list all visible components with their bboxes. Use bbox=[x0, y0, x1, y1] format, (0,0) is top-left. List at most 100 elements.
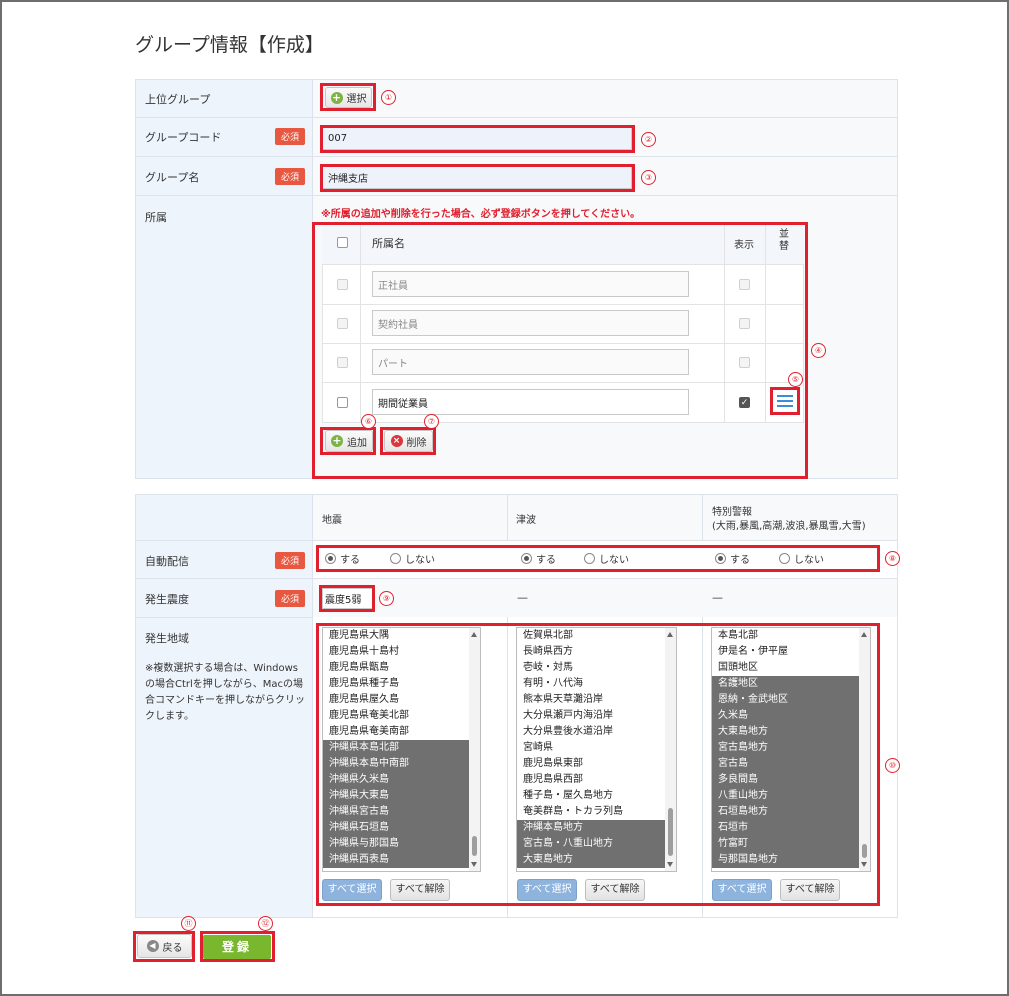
region-option[interactable]: 鹿児島県奄美北部 bbox=[323, 708, 469, 724]
display-checkbox[interactable] bbox=[739, 357, 750, 368]
warning-select-all-button[interactable]: すべて選択 bbox=[712, 879, 772, 901]
row-checkbox[interactable] bbox=[337, 357, 348, 368]
region-option[interactable]: 沖縄県本島北部 bbox=[323, 740, 469, 756]
region-option[interactable]: 大分県瀬戸内海沿岸 bbox=[517, 708, 665, 724]
region-option[interactable]: 大分県豊後水道沿岸 bbox=[517, 724, 665, 740]
affiliation-label: 所属 bbox=[145, 211, 167, 224]
region-option[interactable]: 鹿児島県屋久島 bbox=[323, 692, 469, 708]
region-option[interactable]: 大東島地方 bbox=[712, 724, 859, 740]
region-option[interactable]: 鹿児島県東部 bbox=[517, 756, 665, 772]
callout-1: ① bbox=[381, 90, 396, 105]
warning-region-listbox[interactable]: 本島北部 伊是名・伊平屋 国頭地区 名護地区 恩納・金武地区 久米島 大東島地方 宮古島地方宮… bbox=[711, 627, 871, 872]
warning-column-subheader: (大雨,暴風,高潮,波浪,暴風雪,大雪) bbox=[712, 521, 866, 532]
warning-clear-all-button[interactable]: すべて解除 bbox=[780, 879, 840, 901]
add-affiliation-button[interactable]: + 追加 bbox=[325, 430, 373, 452]
region-option[interactable]: 奄美群島・トカラ列島 bbox=[517, 804, 665, 820]
region-option[interactable]: 石垣市 bbox=[712, 820, 859, 836]
region-option[interactable]: 久米島 bbox=[712, 708, 859, 724]
region-option[interactable]: 大東島地方 bbox=[517, 852, 665, 868]
region-option[interactable]: 鹿児島県大隅 bbox=[323, 628, 469, 644]
affiliation-name-input[interactable]: 正社員 bbox=[372, 271, 689, 297]
callout-4: ④ bbox=[811, 343, 826, 358]
region-option[interactable]: 宮崎県 bbox=[517, 740, 665, 756]
scrollbar[interactable] bbox=[859, 628, 870, 871]
region-option[interactable]: 名護地区 bbox=[712, 676, 859, 692]
row-checkbox[interactable] bbox=[337, 279, 348, 290]
region-option[interactable]: 沖縄県与那国島 bbox=[323, 836, 469, 852]
drag-handle-icon[interactable] bbox=[777, 395, 793, 410]
region-option[interactable]: 沖縄県西表島 bbox=[323, 852, 469, 868]
region-option[interactable]: 鹿児島県西部 bbox=[517, 772, 665, 788]
affiliation-name-input[interactable]: 契約社員 bbox=[372, 310, 689, 336]
region-option[interactable]: 石垣島地方 bbox=[712, 804, 859, 820]
region-option[interactable]: 多良間島 bbox=[712, 772, 859, 788]
group-name-input[interactable]: 沖縄支店 bbox=[322, 166, 632, 189]
quake-region-listbox[interactable]: 鹿児島県大隅 鹿児島県十島村 鹿児島県甑島 鹿児島県種子島 鹿児島県屋久島 鹿児島県奄美北… bbox=[322, 627, 481, 872]
callout-6: ⑥ bbox=[361, 414, 376, 429]
tsunami-select-all-button[interactable]: すべて選択 bbox=[517, 879, 577, 901]
tsunami-clear-all-button[interactable]: すべて解除 bbox=[585, 879, 645, 901]
display-checkbox[interactable] bbox=[739, 279, 750, 290]
affiliation-notice: ※所属の追加や削除を行った場合、必ず登録ボタンを押してください。 bbox=[321, 209, 641, 220]
tsunami-column-header: 津波 bbox=[516, 515, 536, 526]
parent-group-value-cell bbox=[312, 79, 898, 118]
delete-affiliation-button[interactable]: × 削除 bbox=[384, 430, 433, 452]
row-checkbox[interactable] bbox=[337, 318, 348, 329]
delete-affiliation-button-label: 削除 bbox=[406, 437, 427, 449]
quake-auto-no-radio[interactable] bbox=[390, 553, 401, 564]
warning-auto-no-label: しない bbox=[794, 555, 824, 566]
region-option[interactable]: 沖縄県大東島 bbox=[323, 788, 469, 804]
warning-auto-no-radio[interactable] bbox=[779, 553, 790, 564]
warning-intensity-value: — bbox=[712, 591, 723, 604]
region-option[interactable]: 恩納・金武地区 bbox=[712, 692, 859, 708]
quake-clear-all-button[interactable]: すべて解除 bbox=[390, 879, 450, 901]
region-option[interactable]: 鹿児島県奄美南部 bbox=[323, 724, 469, 740]
intensity-select[interactable]: 震度5弱 bbox=[322, 588, 373, 609]
scrollbar[interactable] bbox=[469, 628, 480, 871]
region-option[interactable]: 有明・八代海 bbox=[517, 676, 665, 692]
scrollbar[interactable] bbox=[665, 628, 676, 871]
region-option[interactable]: 壱岐・対馬 bbox=[517, 660, 665, 676]
affiliation-name-input[interactable]: パート bbox=[372, 349, 689, 375]
region-option[interactable]: 沖縄本島地方 bbox=[517, 820, 665, 836]
quake-select-all-button[interactable]: すべて選択 bbox=[322, 879, 382, 901]
region-option[interactable]: 佐賀県北部 bbox=[517, 628, 665, 644]
region-option[interactable]: 本島北部 bbox=[712, 628, 859, 644]
submit-button[interactable]: 登録 bbox=[203, 935, 271, 959]
region-option[interactable]: 種子島・屋久島地方 bbox=[517, 788, 665, 804]
region-option[interactable]: 国頭地区 bbox=[712, 660, 859, 676]
region-option[interactable]: 宮古島 bbox=[712, 756, 859, 772]
region-option[interactable]: 鹿児島県十島村 bbox=[323, 644, 469, 660]
region-option[interactable]: 鹿児島県甑島 bbox=[323, 660, 469, 676]
quake-auto-yes-radio[interactable] bbox=[325, 553, 336, 564]
row-checkbox[interactable] bbox=[337, 397, 348, 408]
region-option[interactable]: 宮古島・八重山地方 bbox=[517, 836, 665, 852]
plus-icon: + bbox=[330, 90, 343, 104]
region-option[interactable]: 宮古島地方 bbox=[712, 740, 859, 756]
region-option[interactable]: 与那国島地方 bbox=[712, 852, 859, 868]
region-option[interactable]: 沖縄県石垣島 bbox=[323, 820, 469, 836]
back-button-label: 戻る bbox=[162, 942, 183, 954]
affiliation-label-cell bbox=[135, 195, 313, 479]
tsunami-auto-no-radio[interactable] bbox=[584, 553, 595, 564]
region-option[interactable]: 八重山地方 bbox=[712, 788, 859, 804]
region-option[interactable]: 沖縄県宮古島 bbox=[323, 804, 469, 820]
region-option[interactable]: 沖縄県久米島 bbox=[323, 772, 469, 788]
tsunami-auto-yes-radio[interactable] bbox=[521, 553, 532, 564]
affiliation-name-input[interactable]: 期間従業員 bbox=[372, 389, 689, 415]
region-option[interactable]: 熊本県天草灘沿岸 bbox=[517, 692, 665, 708]
callout-7: ⑦ bbox=[424, 414, 439, 429]
display-checkbox-checked[interactable]: ✓ bbox=[739, 397, 750, 408]
warning-auto-yes-radio[interactable] bbox=[715, 553, 726, 564]
region-option[interactable]: 沖縄県本島中南部 bbox=[323, 756, 469, 772]
select-parent-group-button[interactable]: + 選択 bbox=[325, 87, 372, 108]
region-option[interactable]: 竹富町 bbox=[712, 836, 859, 852]
tsunami-region-listbox[interactable]: 佐賀県北部 長崎県西方 壱岐・対馬 有明・八代海 熊本県天草灘沿岸 大分県瀬戸内海沿岸 大分… bbox=[516, 627, 677, 872]
region-option[interactable]: 長崎県西方 bbox=[517, 644, 665, 660]
region-option[interactable]: 伊是名・伊平屋 bbox=[712, 644, 859, 660]
region-option[interactable]: 鹿児島県種子島 bbox=[323, 676, 469, 692]
back-button[interactable]: ◀ 戻る bbox=[137, 934, 192, 958]
group-code-input[interactable]: 007 bbox=[322, 127, 632, 150]
display-checkbox[interactable] bbox=[739, 318, 750, 329]
select-all-checkbox[interactable] bbox=[337, 237, 348, 248]
